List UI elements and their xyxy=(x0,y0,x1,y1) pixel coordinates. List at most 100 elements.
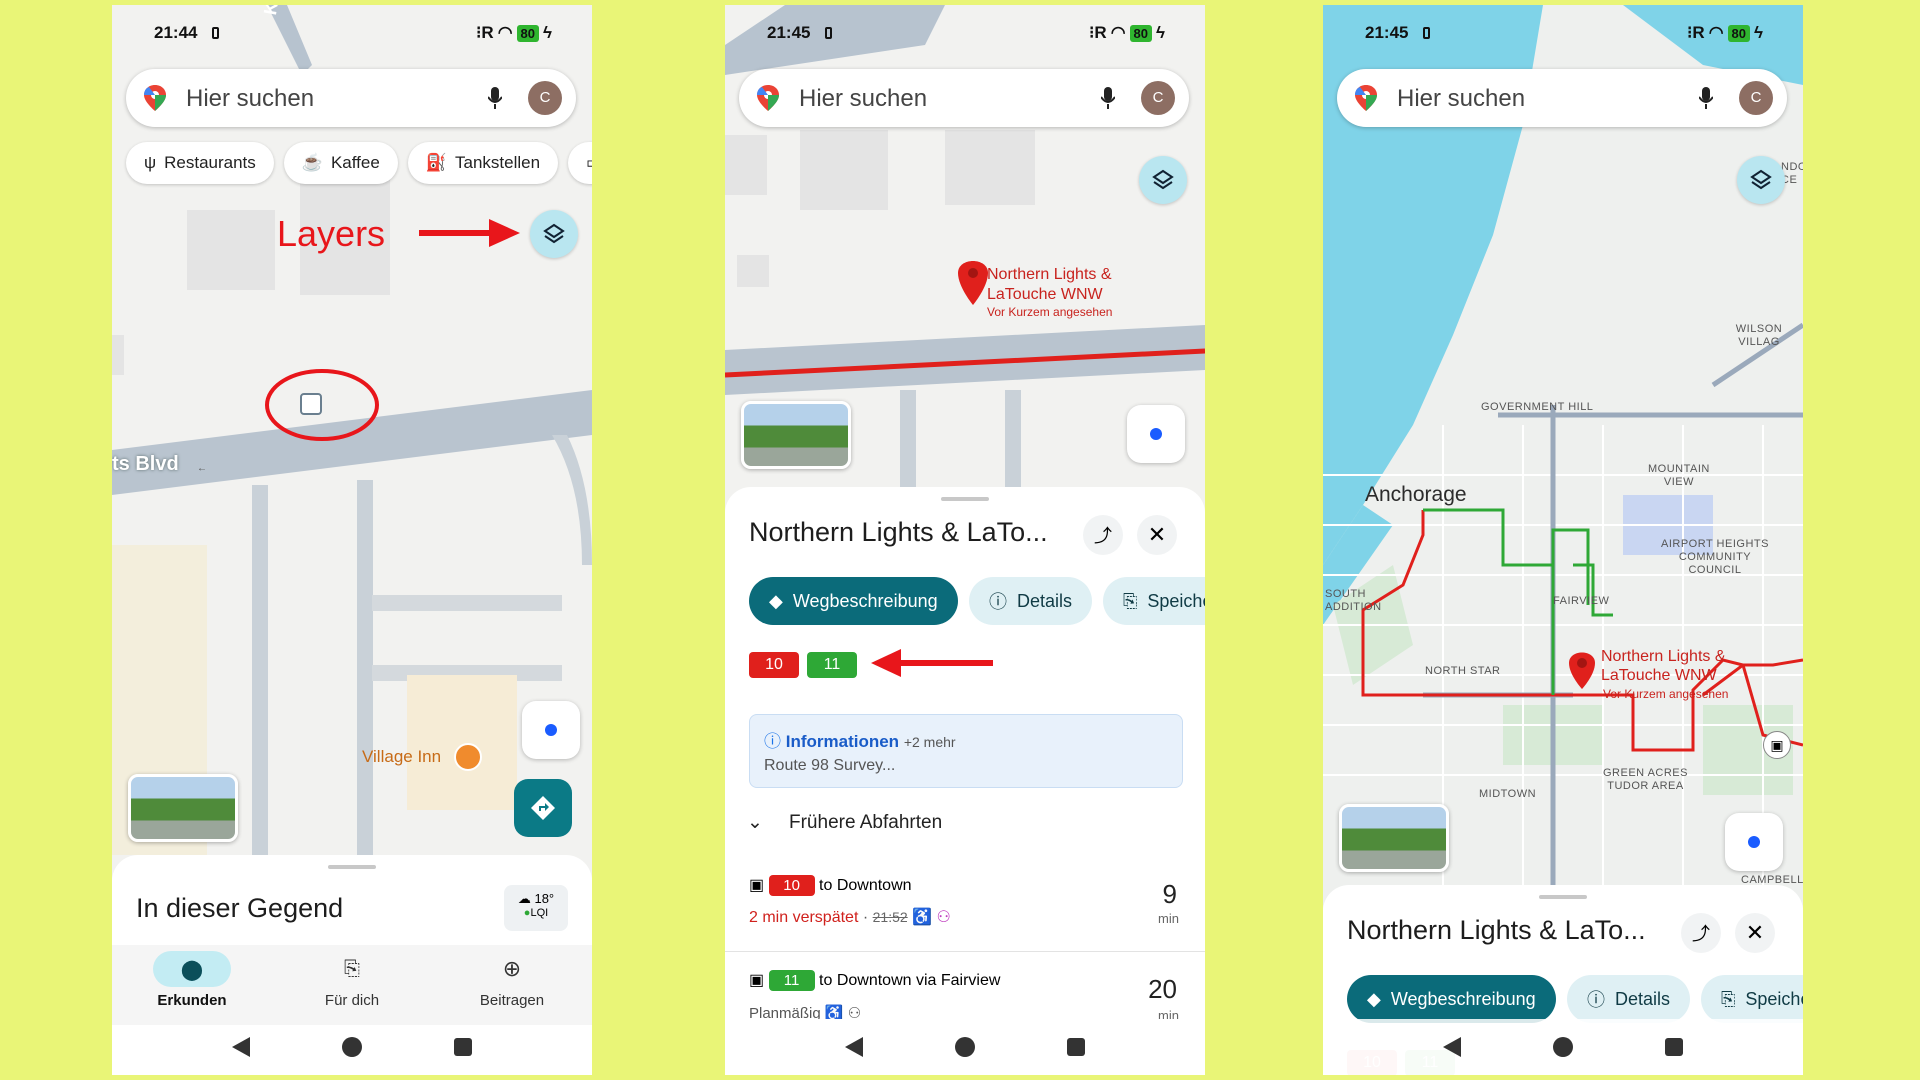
chip-kaffee[interactable]: ☕ Kaffee xyxy=(283,142,398,184)
back-icon[interactable] xyxy=(232,1037,250,1057)
nav-explore[interactable]: ⬤ Erkunden xyxy=(132,945,252,1025)
share-button[interactable]: ⤴ xyxy=(1083,515,1123,555)
system-nav-bar xyxy=(112,1019,592,1075)
save-label: Speiche xyxy=(1147,590,1205,611)
nav-contribute[interactable]: ⊕ Beitragen xyxy=(452,945,572,1025)
my-location-button[interactable] xyxy=(1127,405,1185,463)
avatar[interactable]: C xyxy=(528,81,562,115)
info-icon: ⓘ xyxy=(764,732,781,751)
departure-minutes: 20 xyxy=(1148,974,1177,1004)
share-icon: ⤴ xyxy=(1094,526,1112,546)
directions-fab[interactable] xyxy=(514,779,572,837)
restaurant-poi-icon[interactable] xyxy=(454,743,482,771)
map-pin-title[interactable]: Northern Lights & LaTouche WNW xyxy=(1601,647,1751,685)
lock-icon xyxy=(825,27,832,39)
location-dot-icon xyxy=(545,724,557,736)
nav-for-you[interactable]: ⎘ Für dich xyxy=(292,945,412,1025)
bed-icon: ▭ xyxy=(586,153,592,173)
search-bar[interactable]: Hier suchen C xyxy=(1337,69,1787,127)
street-view-thumbnail[interactable] xyxy=(128,774,238,842)
location-dot-icon xyxy=(1150,428,1162,440)
map-canvas[interactable] xyxy=(1323,5,1803,905)
wheelchair-icon: ♿ xyxy=(912,909,933,926)
recents-icon[interactable] xyxy=(1067,1038,1085,1056)
chip-restaurants[interactable]: ψ Restaurants xyxy=(126,142,274,184)
save-button[interactable]: ⎘ Speiche xyxy=(1103,577,1205,625)
search-bar[interactable]: Hier suchen C xyxy=(126,69,576,127)
bottom-sheet-explore[interactable]: In dieser Gegend ☁ 18° ●LQI ⬤ Erkunden ⎘… xyxy=(112,855,592,1075)
avatar[interactable]: C xyxy=(1739,81,1773,115)
street-view-thumbnail[interactable] xyxy=(741,401,851,469)
microphone-icon[interactable] xyxy=(488,87,502,109)
departure-destination: to Downtown xyxy=(819,877,912,894)
layers-icon xyxy=(543,223,565,244)
status-time: 21:44 xyxy=(154,23,198,42)
coffee-icon: ☕ xyxy=(301,153,323,172)
nav-label: Für dich xyxy=(324,992,380,1009)
layers-button[interactable] xyxy=(1737,156,1785,204)
back-icon[interactable] xyxy=(1443,1037,1461,1057)
close-icon: ✕ xyxy=(1745,920,1765,945)
bus-stop-marker[interactable]: ▣ xyxy=(1763,731,1791,759)
info-card[interactable]: ⓘ Informationen +2 mehr Route 98 Survey.… xyxy=(749,714,1183,788)
share-button[interactable]: ⤴ xyxy=(1681,913,1721,953)
directions-button[interactable]: ◆ Wegbeschreibung xyxy=(749,577,958,625)
nav-label: Beitragen xyxy=(479,992,545,1009)
layers-button[interactable] xyxy=(1139,156,1187,204)
poi-label-village-inn[interactable]: Village Inn xyxy=(362,747,441,767)
bus-icon: ▣ xyxy=(749,877,765,894)
wifi-icon: ◠ xyxy=(497,23,513,42)
chip-hotels[interactable]: ▭ xyxy=(568,142,592,184)
info-text: Route 98 Survey... xyxy=(764,757,896,774)
avatar[interactable]: C xyxy=(1141,81,1175,115)
sheet-handle[interactable] xyxy=(328,865,376,869)
save-button[interactable]: ⎘ Speiche xyxy=(1701,975,1803,1023)
map-label-city: Anchorage xyxy=(1365,483,1467,506)
place-title: Northern Lights & LaTo... xyxy=(749,517,1048,547)
chip-label: Tankstellen xyxy=(454,153,541,172)
chip-label: Restaurants xyxy=(164,153,256,172)
street-view-thumbnail[interactable] xyxy=(1339,804,1449,872)
info-icon: ⓘ xyxy=(989,592,1007,612)
signal-icon: ⁝R xyxy=(476,23,494,42)
plus-circle-icon: ⊕ xyxy=(502,956,522,981)
home-icon[interactable] xyxy=(342,1037,362,1057)
home-icon[interactable] xyxy=(955,1037,975,1057)
directions-button[interactable]: ◆ Wegbeschreibung xyxy=(1347,975,1556,1023)
cloud-icon: ☁ xyxy=(517,891,531,906)
route-badge-10[interactable]: 10 xyxy=(749,652,799,678)
weather-widget[interactable]: ☁ 18° ●LQI xyxy=(504,885,568,931)
route-badge-11[interactable]: 11 xyxy=(807,652,857,678)
phone-screen-transit-layer: WILSON VILLAG GOVERNMENT HILL MOUNTAIN V… xyxy=(1323,5,1803,1075)
sheet-handle[interactable] xyxy=(1539,895,1587,899)
microphone-icon[interactable] xyxy=(1699,87,1713,109)
my-location-button[interactable] xyxy=(1725,813,1783,871)
save-label: Speiche xyxy=(1745,988,1803,1009)
map-pin-subtitle: Vor Kurzem angesehen xyxy=(987,305,1113,319)
bookmark-icon: ⎘ xyxy=(344,957,360,980)
recents-icon[interactable] xyxy=(454,1038,472,1056)
battery-icon: 80 xyxy=(1727,24,1750,42)
microphone-icon[interactable] xyxy=(1101,87,1115,109)
place-sheet[interactable]: Northern Lights & LaTo... ⤴ ✕ ◆ Wegbeschr… xyxy=(725,487,1205,1075)
close-button[interactable]: ✕ xyxy=(1735,913,1775,953)
details-button[interactable]: ⓘ Details xyxy=(1567,975,1691,1023)
layers-button[interactable] xyxy=(530,210,578,258)
back-icon[interactable] xyxy=(845,1037,863,1057)
maps-logo-icon xyxy=(757,85,779,111)
bookmark-icon: ⎘ xyxy=(1721,988,1736,1009)
battery-icon: 80 xyxy=(1129,24,1152,42)
earlier-departures-toggle[interactable]: ⌄ Frühere Abfahrten xyxy=(747,811,942,834)
close-button[interactable]: ✕ xyxy=(1137,515,1177,555)
details-button[interactable]: ⓘ Details xyxy=(969,577,1093,625)
sheet-handle[interactable] xyxy=(941,497,989,501)
search-bar[interactable]: Hier suchen C xyxy=(739,69,1189,127)
departure-row[interactable]: ▣ 10 to Downtown 2 min verspätet · 21:52… xyxy=(725,857,1205,952)
departure-scheduled-time: 21:52 xyxy=(872,909,908,925)
place-sheet[interactable]: Northern Lights & LaTo... ⤴ ✕ ◆ Wegbeschr… xyxy=(1323,885,1803,1075)
home-icon[interactable] xyxy=(1553,1037,1573,1057)
recents-icon[interactable] xyxy=(1665,1038,1683,1056)
chip-tankstellen[interactable]: ⛽ Tankstellen xyxy=(407,142,559,184)
map-pin-title[interactable]: Northern Lights & LaTouche WNW xyxy=(987,265,1127,305)
my-location-button[interactable] xyxy=(522,701,580,759)
